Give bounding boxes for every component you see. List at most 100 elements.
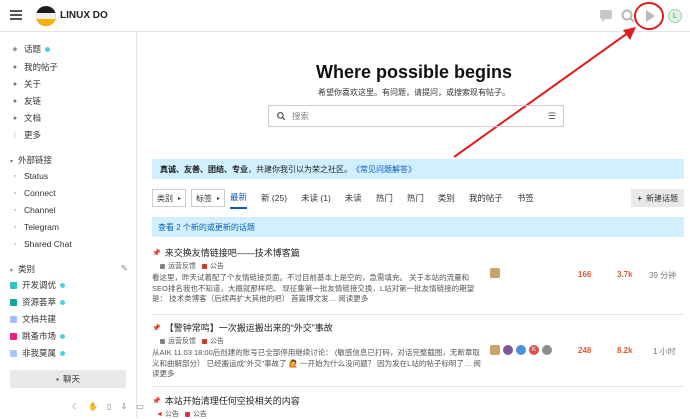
avatar[interactable] xyxy=(516,345,526,355)
new-topics-notice[interactable]: 查看 2 个新的或更新的话题 xyxy=(152,217,684,237)
sidebar-item-telegram[interactable]: ◦ Telegram xyxy=(10,220,59,234)
category-color-swatch xyxy=(10,332,17,340)
tab-unread[interactable]: 未读 (1) xyxy=(301,187,331,209)
avatar[interactable] xyxy=(490,345,500,355)
topic-category[interactable]: 公告 xyxy=(202,261,224,271)
sidebar-category-docs[interactable]: 文档共建 xyxy=(10,312,56,326)
sidebar: ◈ 话题 ● 我的帖子 ● 关于 ● 友链 ● 文档 ⋮ 更多 ▾ 外部链接 ◦ Status … xyxy=(0,32,137,418)
topic-category[interactable]: 公告 xyxy=(202,336,224,346)
tab-new[interactable]: 新 (25) xyxy=(261,187,287,209)
divider xyxy=(152,386,684,387)
chat-icon: ◦ xyxy=(13,240,17,248)
view-count: 3.7k xyxy=(617,270,633,279)
category-color-swatch xyxy=(10,349,17,357)
sidebar-category-jobs[interactable]: 非我莫属 xyxy=(10,346,66,360)
pin-icon: 📌 xyxy=(152,324,161,332)
main-content: Where possible begins 希望你喜欢这里。有问题，请提问，或搜… xyxy=(138,32,690,418)
sidebar-category-market[interactable]: 跳蚤市场 xyxy=(10,329,66,343)
unread-dot xyxy=(60,350,66,356)
activity-time[interactable]: 39 分钟 xyxy=(649,270,676,281)
site-logo[interactable] xyxy=(36,6,56,26)
tab-unseen[interactable]: 未读 xyxy=(345,187,362,209)
plus-icon: + xyxy=(637,193,642,203)
avatar[interactable] xyxy=(542,345,552,355)
topic-title[interactable]: 本站开始清理任何空投相关的内容 xyxy=(165,394,300,407)
pin-icon: 📌 xyxy=(152,249,161,257)
category-color-swatch xyxy=(10,298,17,306)
moon-icon[interactable]: ☾ xyxy=(72,402,79,411)
avatar[interactable] xyxy=(490,268,500,278)
topic-excerpt: 从AIK 11.03 18:00后创建的账号已全部停用继续讨论： (敏感信息已打… xyxy=(152,348,481,378)
unread-dot xyxy=(60,299,66,305)
download-icon[interactable]: ⇩ xyxy=(121,402,128,411)
tab-hot[interactable]: 热门 xyxy=(376,187,393,209)
avatar[interactable] xyxy=(503,345,513,355)
category-color-swatch xyxy=(202,263,207,269)
tab-bookmarks[interactable]: 书签 xyxy=(517,187,534,209)
telegram-icon: ◦ xyxy=(13,223,17,231)
tab-my-posts[interactable]: 我的帖子 xyxy=(469,187,503,209)
search-input[interactable]: 搜索 ☰ xyxy=(268,105,564,127)
sidebar-footer-icons: ☾ ✋ ▯ ⇩ ▭ xyxy=(72,402,144,411)
tag-dropdown[interactable]: 标签 ▸ xyxy=(191,189,226,207)
sidebar-item-more[interactable]: ⋮ 更多 xyxy=(10,128,42,142)
category-color-swatch xyxy=(160,263,165,269)
chat-button[interactable]: ▪ 聊天 xyxy=(10,370,126,388)
sidebar-item-about[interactable]: ● 关于 xyxy=(10,77,41,91)
topic-category[interactable]: 运营反馈 xyxy=(160,261,196,271)
layers-icon: ◈ xyxy=(12,46,18,53)
sidebar-item-channel[interactable]: ◦ Channel xyxy=(10,203,56,217)
view-count: 8.2k xyxy=(617,346,633,355)
user-icon: ● xyxy=(12,97,18,105)
sidebar-category-resources[interactable]: 资源荟萃 xyxy=(10,295,66,309)
user-icon: ● xyxy=(12,114,18,122)
unread-dot xyxy=(45,46,51,52)
sidebar-category-dev[interactable]: 开发调优 xyxy=(10,278,66,292)
welcome-banner: 真诚、友善、团结、专业 ，共建你我引以为荣之社区。 《常见问题解答》 xyxy=(152,159,684,179)
phone-icon[interactable]: ▯ xyxy=(107,402,111,411)
reply-count: 248 xyxy=(578,346,592,355)
ellipsis-icon: ⋮ xyxy=(11,132,19,139)
sidebar-item-shared-chat[interactable]: ◦ Shared Chat xyxy=(10,237,72,251)
hand-icon[interactable]: ✋ xyxy=(88,402,98,411)
unread-dot xyxy=(60,333,66,339)
category-dropdown[interactable]: 类别 ▸ xyxy=(152,189,187,207)
hamburger-menu-icon[interactable] xyxy=(10,10,22,20)
pin-icon: 📌 xyxy=(152,397,161,405)
hero-title: Where possible begins xyxy=(315,62,513,82)
filter-sliders-icon[interactable]: ☰ xyxy=(548,111,556,122)
sidebar-section-categories[interactable]: ▾ 类别 ✎ xyxy=(10,263,128,275)
unread-dot xyxy=(60,282,66,288)
site-name[interactable]: LINUX DO xyxy=(60,10,108,21)
topic-category[interactable]: 运营反馈 xyxy=(160,336,196,346)
chevron-right-icon: ▸ xyxy=(217,195,221,202)
sidebar-section-external[interactable]: ▾ 外部链接 xyxy=(10,154,52,166)
avatar[interactable]: K xyxy=(529,345,539,355)
topic-title[interactable]: 【警钟常鸣】一次搬运搬出来的“外交”事故 xyxy=(165,321,333,334)
tab-latest[interactable]: 最新 xyxy=(230,187,248,209)
topic-title[interactable]: 来交换友情链接吧——技术博客篇 xyxy=(165,246,300,259)
tab-top[interactable]: 热门 xyxy=(407,187,424,209)
tab-categories[interactable]: 类别 xyxy=(438,187,455,209)
sidebar-item-my-posts[interactable]: ● 我的帖子 xyxy=(10,60,58,74)
topic-row[interactable]: 📌 【警钟常鸣】一次搬运搬出来的“外交”事故 运营反馈 公告 从AIK 11.03… xyxy=(152,321,684,380)
link-icon: ◦ xyxy=(13,206,17,214)
chevron-right-icon: ▸ xyxy=(178,195,182,202)
search-placeholder: 搜索 xyxy=(292,111,310,121)
topic-row[interactable]: 📌 来交换友情链接吧——技术博客篇 运营反馈 公告 看这里，昨天试着配了个友情链接… xyxy=(152,246,684,305)
faq-link[interactable]: 《常见问题解答》 xyxy=(352,164,416,175)
sidebar-item-links[interactable]: ● 友链 xyxy=(10,94,41,108)
user-avatar[interactable]: L xyxy=(668,9,682,23)
link-icon: ◦ xyxy=(13,172,17,180)
category-color-swatch xyxy=(184,411,190,417)
category-color-swatch xyxy=(10,315,17,323)
topic-row[interactable]: 📌 本站开始清理任何空投相关的内容 ◄ 公告 公告 xyxy=(152,394,684,419)
sidebar-item-connect[interactable]: ◦ Connect xyxy=(10,186,56,200)
sidebar-item-status[interactable]: ◦ Status xyxy=(10,169,48,183)
sidebar-item-docs[interactable]: ● 文档 xyxy=(10,111,41,125)
sidebar-item-topics[interactable]: ◈ 话题 xyxy=(10,42,51,56)
new-topic-button[interactable]: + 新建话题 xyxy=(631,189,684,207)
activity-time[interactable]: 1 小时 xyxy=(653,346,676,357)
chat-icon: ▪ xyxy=(55,374,59,384)
edit-pencil-icon[interactable]: ✎ xyxy=(121,263,128,274)
